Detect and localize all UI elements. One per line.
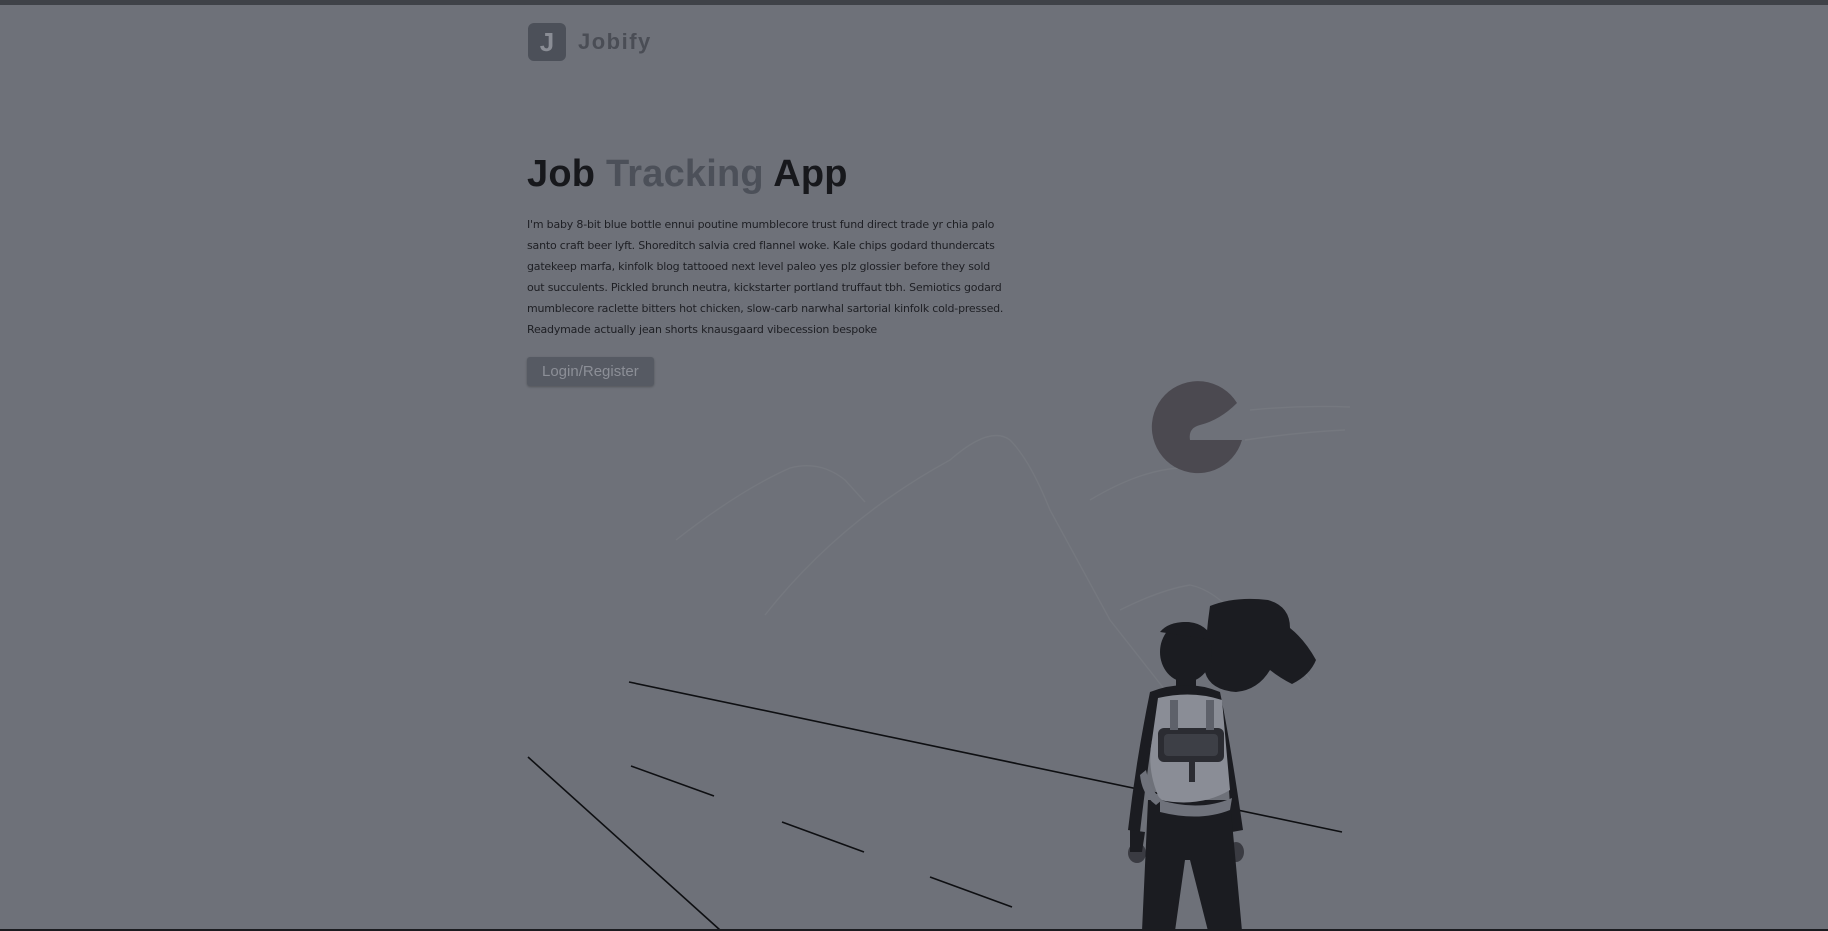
login-register-button[interactable]: Login/Register [527, 357, 654, 386]
intro-paragraph: I'm baby 8-bit blue bottle ennui poutine… [527, 218, 1004, 336]
landing-page: J Jobify Job Tracking App I'm baby 8-bit… [0, 0, 1828, 931]
moon-shape [1151, 381, 1242, 474]
hero-section: Job Tracking App I'm baby 8-bit blue bot… [527, 148, 1007, 386]
logo-mark[interactable]: J [528, 23, 566, 61]
title-word-job: Job [527, 153, 596, 195]
top-edge-bar [0, 0, 1828, 5]
hero-illustration [527, 381, 1351, 931]
title-word-tracking: Tracking [605, 153, 764, 195]
mountains-outline [675, 405, 1351, 691]
title-word-app: App [773, 153, 848, 195]
road-lines [527, 681, 1343, 931]
logo-text[interactable]: Jobify [578, 29, 652, 55]
page-title: Job Tracking App [527, 148, 1007, 200]
top-nav: J Jobify [528, 23, 652, 61]
woman-figure [1128, 598, 1316, 931]
